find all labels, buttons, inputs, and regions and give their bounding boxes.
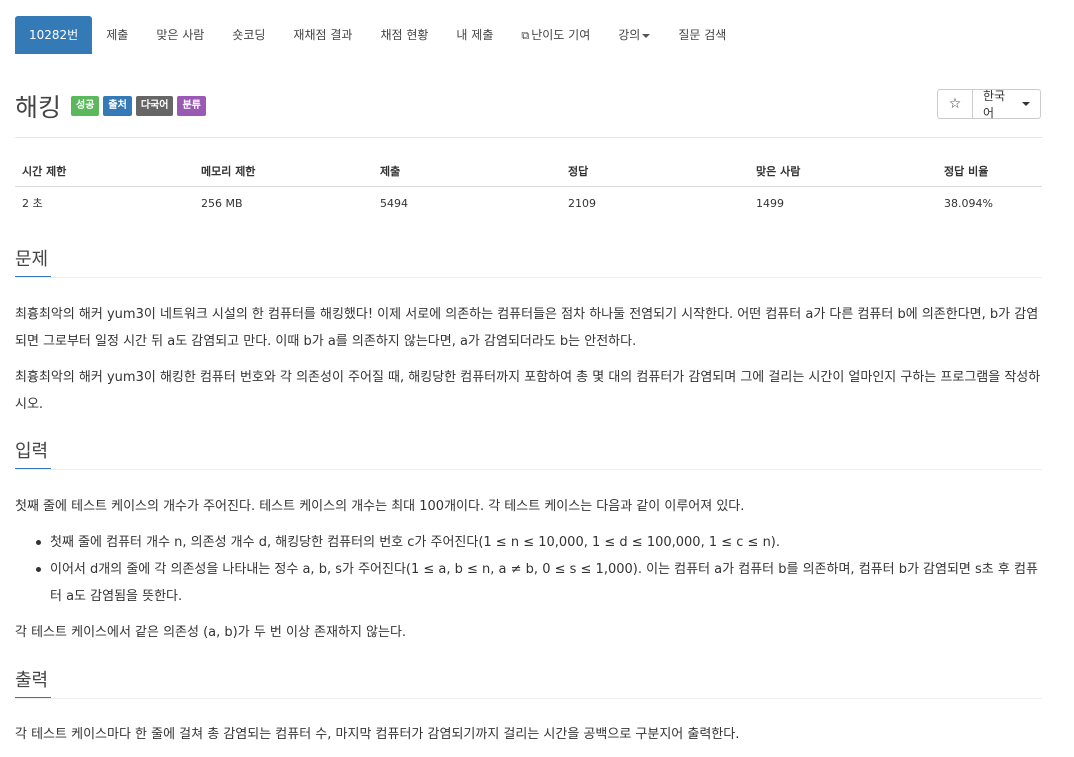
tab-rejudge-results[interactable]: 재채점 결과: [279, 16, 366, 54]
table-cell: 5494: [380, 196, 408, 210]
table-header: 시간 제한: [15, 156, 194, 187]
input-paragraph: 첫째 줄에 테스트 케이스의 개수가 주어진다. 테스트 케이스의 개수는 최대…: [15, 499, 745, 514]
title-tools: ☆ 한국어: [937, 89, 1041, 120]
table-cell: 1499: [756, 196, 784, 210]
title-row: 해킹 성공 출처 다국어 분류: [15, 88, 206, 124]
tab-lectures[interactable]: 강의: [604, 16, 664, 54]
list-item: 이어서 d개의 줄에 각 의존성을 나타내는 정수 a, b, s가 주어진다(…: [15, 556, 1045, 610]
section-heading-label: 입력: [15, 441, 49, 462]
badge-success[interactable]: 성공: [71, 96, 100, 116]
input-list: 첫째 줄에 컴퓨터 개수 n, 의존성 개수 d, 해킹당한 컴퓨터의 번호 c…: [15, 529, 1045, 610]
page: 10282번 제출 맞은 사람 숏코딩 재채점 결과 채점 현황 내 제출 ⧉ 난…: [0, 0, 1074, 757]
tab-my-submissions[interactable]: 내 제출: [442, 16, 507, 54]
tab-short-coding[interactable]: 숏코딩: [218, 16, 279, 54]
chevron-down-icon: [1022, 102, 1030, 106]
tab-judge-status[interactable]: 채점 현황: [366, 16, 442, 54]
table-cell: 2109: [568, 196, 596, 210]
section-divider: [15, 277, 1042, 278]
tab-question-search[interactable]: 질문 검색: [664, 16, 740, 54]
output-paragraph: 각 테스트 케이스마다 한 줄에 걸쳐 총 감염되는 컴퓨터 수, 마지막 컴퓨…: [15, 727, 740, 742]
problem-paragraph: 최흉최악의 해커 yum3이 네트워크 시설의 한 컴퓨터를 해킹했다! 이제 …: [15, 307, 1039, 349]
table-header: 맞은 사람: [749, 156, 937, 187]
table-cell: 38.094%: [944, 196, 993, 210]
table-row: 2 초 256 MB 5494 2109 1499 38.094%: [15, 187, 1042, 220]
external-link-icon: ⧉: [521, 29, 530, 42]
tab-difficulty-label: 난이도 기여: [531, 28, 591, 42]
badge-multilingual[interactable]: 다국어: [135, 96, 174, 116]
table-header: 정답: [561, 156, 749, 187]
star-icon: ☆: [948, 96, 962, 112]
tab-problem-number[interactable]: 10282번: [15, 16, 93, 54]
problem-info-table: 시간 제한 메모리 제한 제출 정답 맞은 사람 정답 비율 2 초 256 M…: [15, 156, 1042, 219]
table-cell: 2 초: [22, 197, 43, 210]
table-header: 제출: [373, 156, 561, 187]
language-dropdown[interactable]: 한국어: [973, 89, 1041, 120]
tab-difficulty-contribution[interactable]: ⧉ 난이도 기여: [507, 16, 604, 54]
section-divider: [15, 469, 1042, 470]
problem-paragraph: 최흉최악의 해커 yum3이 해킹한 컴퓨터 번호와 각 의존성이 주어질 때,…: [15, 370, 1041, 412]
badge-source[interactable]: 출처: [103, 96, 132, 116]
table-header: 메모리 제한: [194, 156, 373, 187]
table-cell: 256 MB: [201, 196, 243, 210]
tab-submit[interactable]: 제출: [92, 16, 142, 54]
list-item: 첫째 줄에 컴퓨터 개수 n, 의존성 개수 d, 해킹당한 컴퓨터의 번호 c…: [15, 529, 1045, 556]
chevron-down-icon: [642, 33, 651, 38]
section-heading-problem: 문제: [15, 245, 51, 278]
section-heading-label: 출력: [15, 670, 49, 691]
badge-category[interactable]: 분류: [177, 96, 206, 116]
section-divider: [15, 698, 1042, 699]
tab-solved-users[interactable]: 맞은 사람: [142, 16, 218, 54]
language-label: 한국어: [983, 89, 1006, 120]
input-paragraph: 각 테스트 케이스에서 같은 의존성 (a, b)가 두 번 이상 존재하지 않…: [15, 625, 407, 640]
table-header-row: 시간 제한 메모리 제한 제출 정답 맞은 사람 정답 비율: [15, 156, 1042, 187]
section-heading-output: 출력: [15, 666, 51, 699]
favorite-button[interactable]: ☆: [937, 89, 973, 119]
tab-lectures-label: 강의: [618, 28, 641, 42]
table-header: 정답 비율: [937, 156, 1042, 187]
divider: [15, 137, 1042, 138]
problem-nav: 10282번 제출 맞은 사람 숏코딩 재채점 결과 채점 현황 내 제출 ⧉ 난…: [15, 16, 740, 54]
section-heading-label: 문제: [15, 249, 49, 270]
page-title: 해킹: [15, 93, 62, 122]
section-heading-input: 입력: [15, 437, 51, 470]
